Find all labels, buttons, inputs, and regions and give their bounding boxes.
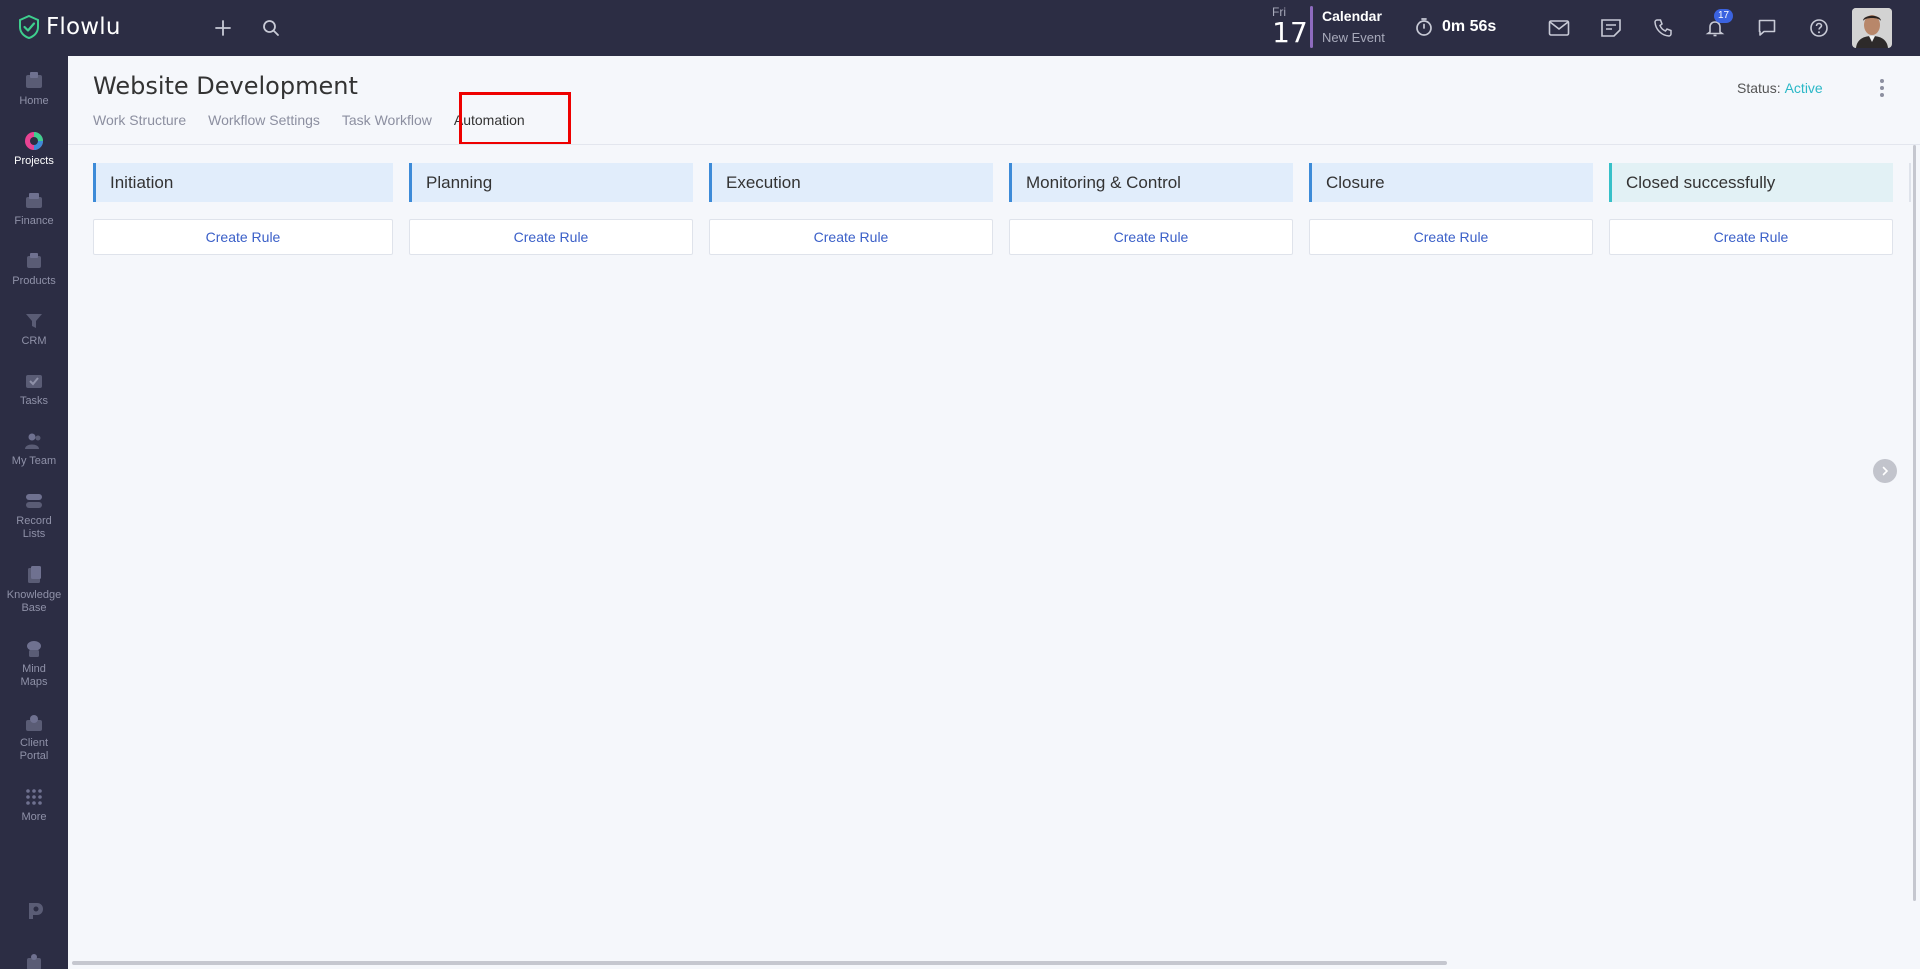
products-icon [23,250,45,272]
mail-icon[interactable] [1546,15,1572,41]
sidebar-item-crm[interactable]: CRM [0,310,68,348]
stage-header-planning: Planning [409,163,693,202]
page-title: Website Development [93,72,358,100]
stage-header-initiation: Initiation [93,163,393,202]
sidebar-bottom-item[interactable] [0,950,68,969]
sidebar-item-tasks[interactable]: Tasks [0,370,68,408]
tab-task-workflow[interactable]: Task Workflow [342,112,432,128]
knowledge-base-icon [23,564,45,586]
flowlu-logo[interactable]: Flowlu [18,14,121,40]
puzzle-icon [23,950,45,969]
calendar-title: Calendar [1322,8,1382,24]
crm-icon [23,310,45,332]
mind-maps-icon [23,638,45,660]
finance-icon [23,190,45,212]
top-bar: Flowlu Fri 17 Calendar New Event 0m 56s … [0,0,1920,56]
sidebar-item-finance[interactable]: Finance [0,190,68,228]
sidebar-item-more[interactable]: More [0,786,68,824]
status-label: Status: [1737,80,1781,96]
header-divider [68,144,1920,145]
phone-icon[interactable] [1650,15,1676,41]
automation-tab-highlight [459,92,571,145]
flowlu-app-icon [23,900,45,922]
sidebar-item-label: Knowledge Base [6,589,62,614]
plus-icon[interactable] [210,15,236,41]
stage-header-closure: Closure [1309,163,1593,202]
stage-header-monitoring-control: Monitoring & Control [1009,163,1293,202]
notification-count-badge: 17 [1714,9,1734,23]
date-day-number: 17 [1272,16,1308,49]
create-rule-button[interactable]: Create Rule [709,219,993,255]
sidebar-item-label: More [21,811,47,823]
record-lists-icon [23,490,45,512]
bell-icon[interactable]: 17 [1702,9,1734,41]
create-rule-button[interactable]: Create Rule [93,219,393,255]
scroll-right-chevron-icon[interactable] [1873,459,1897,483]
sidebar-item-home[interactable]: Home [0,70,68,108]
create-rule-button[interactable]: Create Rule [1609,219,1893,255]
sidebar-item-label: Tasks [19,395,49,407]
stage-header-execution: Execution [709,163,993,202]
client-portal-icon [23,712,45,734]
projects-icon [23,130,45,152]
sidebar-item-label: Products [12,275,56,287]
sidebar-item-label: CRM [21,335,47,347]
date-separator [1310,6,1313,48]
team-icon [23,430,45,452]
sidebar-item-label: Home [19,95,49,107]
help-icon[interactable] [1806,15,1832,41]
next-column-edge [1909,163,1911,202]
notes-icon[interactable] [1598,15,1624,41]
time-tracker[interactable]: 0m 56s [1414,17,1496,37]
sidebar-item-my-team[interactable]: My Team [0,430,68,468]
project-status[interactable]: Status: Active [1737,80,1823,96]
create-rule-button[interactable]: Create Rule [1309,219,1593,255]
tab-work-structure[interactable]: Work Structure [93,112,186,128]
timer-icon [1416,18,1432,36]
timer-value: 0m 56s [1442,18,1497,35]
calendar-widget[interactable]: Calendar New Event [1322,8,1385,45]
create-rule-button[interactable]: Create Rule [409,219,693,255]
new-event-link[interactable]: New Event [1322,30,1385,45]
more-options-icon[interactable] [1876,79,1888,97]
sidebar-item-label: My Team [11,455,57,467]
sidebar-item-mind-maps[interactable]: Mind Maps [0,638,68,689]
sidebar-item-client-portal[interactable]: Client Portal [0,712,68,763]
horizontal-scrollbar[interactable] [72,961,1447,965]
more-icon [23,786,45,808]
sidebar-item-label: Client Portal [19,737,49,762]
search-icon[interactable] [258,15,284,41]
sidebar-item-label: Record Lists [16,515,52,540]
date-widget[interactable]: Fri 17 [1268,6,1312,50]
logo-check-icon [19,15,39,39]
sidebar-item-label: Mind Maps [20,663,48,688]
tasks-icon [23,370,45,392]
sidebar-bottom-app-icon[interactable] [0,900,68,922]
sidebar-item-knowledge-base[interactable]: Knowledge Base [0,564,68,615]
app-name: Flowlu [46,14,121,40]
user-avatar[interactable] [1852,8,1892,48]
sidebar-item-label: Projects [14,155,54,167]
create-rule-button[interactable]: Create Rule [1009,219,1293,255]
sidebar-item-products[interactable]: Products [0,250,68,288]
home-icon [23,70,45,92]
sidebar-item-projects[interactable]: Projects [0,130,68,168]
status-value[interactable]: Active [1785,80,1823,96]
sidebar-item-label: Finance [14,215,54,227]
sidebar: Home Projects Finance Products CRM Tasks… [0,56,68,969]
sidebar-item-record-lists[interactable]: Record Lists [0,490,68,541]
stage-header-closed-successfully: Closed successfully [1609,163,1893,202]
chat-icon[interactable] [1754,15,1780,41]
vertical-scrollbar[interactable] [1913,145,1916,901]
tab-workflow-settings[interactable]: Workflow Settings [208,112,320,128]
